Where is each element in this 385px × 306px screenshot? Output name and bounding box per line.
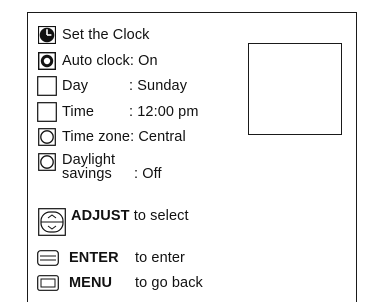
- adjust-key-label: ADJUST: [71, 208, 130, 224]
- menu-item-time-zone[interactable]: Time zone: Central: [37, 127, 186, 147]
- menu-item-auto-clock[interactable]: Auto clock: On: [37, 51, 158, 71]
- time-zone-value: Central: [138, 129, 186, 145]
- auto-clock-value: On: [138, 53, 158, 69]
- menu-item-time[interactable]: Time: 12:00 pm: [37, 102, 199, 122]
- square-empty-icon: [37, 102, 57, 122]
- daylight-label-line2: savings: [62, 166, 112, 182]
- help-adjust: ADJUST to select: [37, 205, 189, 237]
- circle-selected-icon: [37, 51, 57, 71]
- auto-clock-label: Auto clock: [62, 53, 130, 69]
- circle-empty-icon: [37, 127, 57, 147]
- adjust-rocker-icon: [37, 207, 67, 237]
- adjust-help-text: to select: [133, 208, 189, 224]
- menu-key-label: MENU: [69, 275, 113, 291]
- time-label: Time: [62, 104, 95, 120]
- day-separator: :: [129, 78, 138, 94]
- enter-button-icon: [37, 248, 59, 268]
- menu-title: Set the Clock: [62, 27, 150, 43]
- menu-item-day[interactable]: Day: Sunday: [37, 76, 187, 96]
- daylight-separator: :: [134, 166, 143, 182]
- daylight-label-line1: Daylight: [62, 152, 116, 168]
- clock-preview-box: [248, 43, 342, 135]
- time-value: 12:00 pm: [137, 104, 199, 120]
- help-enter: ENTER to enter: [37, 248, 185, 268]
- clock-setup-screen: Set the Clock Auto clock: On Day: Sunday: [27, 12, 357, 302]
- day-value: Sunday: [137, 78, 188, 94]
- time-zone-separator: :: [130, 129, 139, 145]
- enter-help-text: to enter: [135, 250, 185, 266]
- time-separator: :: [129, 104, 138, 120]
- menu-button-icon: [37, 273, 59, 293]
- clock-icon: [37, 25, 57, 45]
- auto-clock-separator: :: [129, 53, 139, 69]
- square-empty-icon: [37, 76, 57, 96]
- circle-empty-icon: [37, 152, 57, 172]
- daylight-value: Off: [142, 166, 162, 182]
- enter-key-label: ENTER: [69, 250, 119, 266]
- day-label: Day: [62, 78, 89, 94]
- help-menu: MENU to go back: [37, 273, 203, 293]
- menu-title-row: Set the Clock: [37, 25, 150, 45]
- menu-help-text: to go back: [135, 275, 203, 291]
- menu-item-daylight-savings[interactable]: Daylight savings: Off: [37, 151, 162, 187]
- time-zone-label: Time zone: [62, 129, 131, 145]
